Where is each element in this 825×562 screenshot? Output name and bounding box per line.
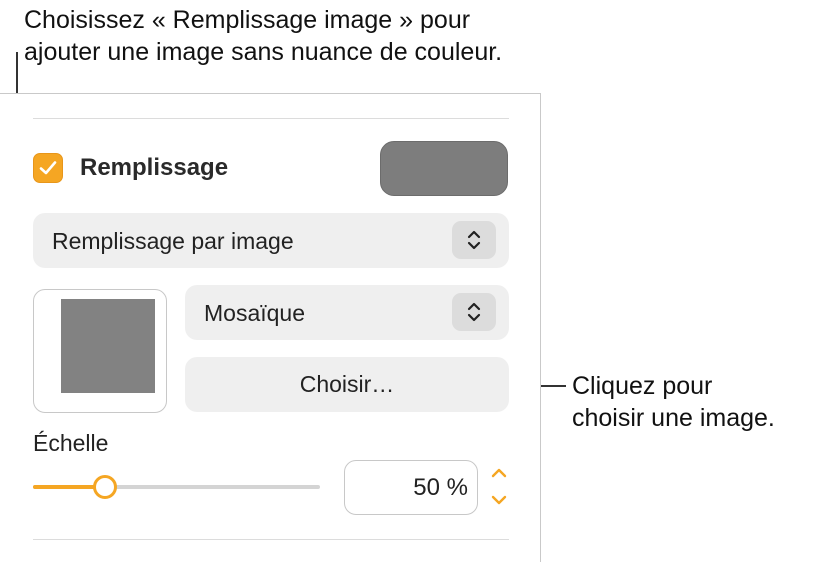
scale-slider-track[interactable]: [33, 485, 320, 489]
fill-checkbox[interactable]: [33, 153, 63, 183]
scale-label: Échelle: [33, 430, 109, 456]
fill-type-popup-button[interactable]: [452, 221, 496, 259]
scale-slider-thumb[interactable]: [92, 475, 117, 499]
chevron-down-icon: [491, 495, 507, 505]
image-preview-thumbnail: [61, 299, 155, 393]
scale-value-field[interactable]: 50 %: [344, 460, 478, 515]
divider-top: [33, 118, 509, 119]
scale-mode-popup-button[interactable]: [452, 293, 496, 331]
up-down-chevron-icon: [467, 302, 481, 322]
scale-stepper-down[interactable]: [486, 489, 512, 511]
scale-stepper-up[interactable]: [486, 462, 512, 484]
divider-bottom: [33, 539, 509, 540]
image-preview-well[interactable]: [33, 289, 167, 413]
up-down-chevron-icon: [467, 230, 481, 250]
format-sidebar-panel: Remplissage Remplissage par image Mosaïq…: [0, 93, 541, 562]
choose-image-button[interactable]: Choisir…: [185, 357, 509, 412]
callout-choose-image: Cliquez pour choisir une image.: [572, 372, 775, 432]
fill-color-swatch[interactable]: [380, 141, 508, 196]
scale-mode-popup[interactable]: Mosaïque: [185, 285, 509, 340]
checkmark-icon: [39, 161, 57, 175]
fill-type-popup[interactable]: Remplissage par image: [33, 213, 509, 268]
callout-fill-image: Choisissez « Remplissage image » pour aj…: [24, 6, 503, 66]
fill-label: Remplissage: [80, 154, 229, 181]
fill-type-value: Remplissage par image: [52, 228, 294, 254]
chevron-up-icon: [491, 468, 507, 478]
scale-mode-value: Mosaïque: [204, 300, 306, 326]
